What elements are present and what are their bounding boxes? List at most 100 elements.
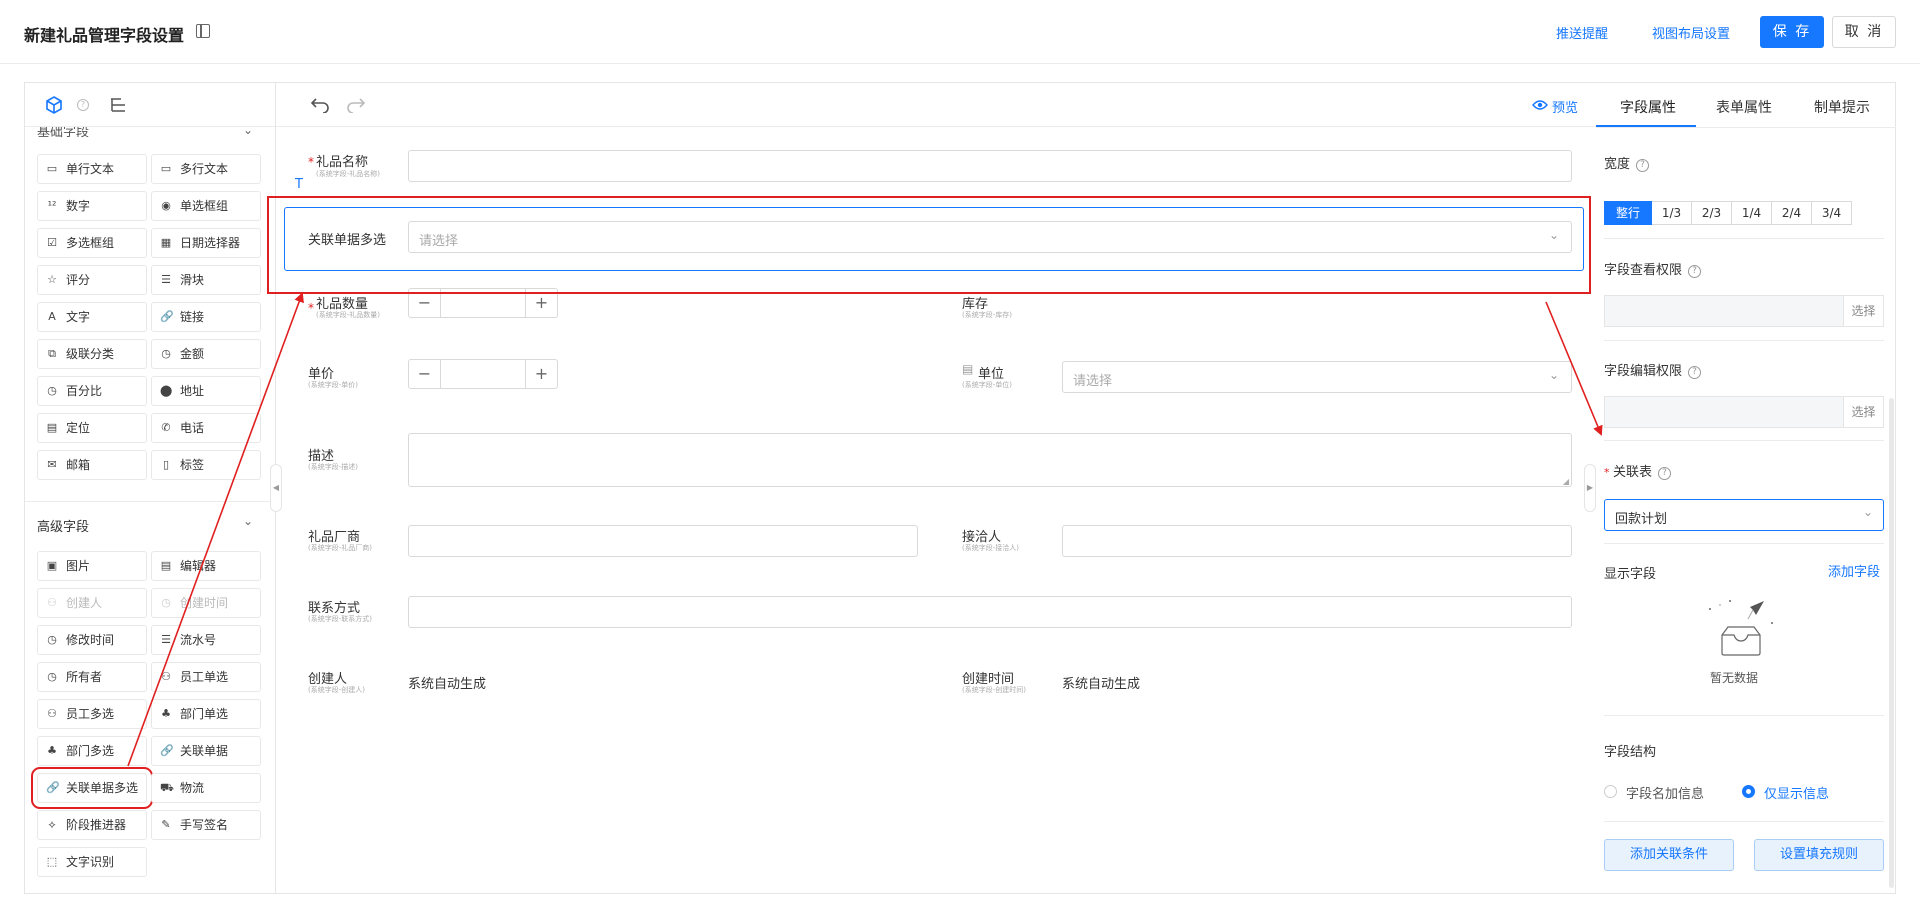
field-item-ocr[interactable]: ⬚ 文字识别 <box>37 847 147 877</box>
field-item-dept-multi[interactable]: ♣ 部门多选 <box>37 736 147 766</box>
field-item-label: 修改时间 <box>66 633 115 647</box>
field-item-date-picker[interactable]: ▦ 日期选择器 <box>151 228 261 258</box>
push-reminder-link[interactable]: 推送提醒 <box>1556 23 1608 42</box>
field-item-link[interactable]: 🔗 链接 <box>151 302 261 332</box>
contact-info-input[interactable] <box>408 596 1572 628</box>
add-field-link[interactable]: 添加字段 <box>1828 561 1880 580</box>
component-cube-icon[interactable] <box>45 96 63 114</box>
field-item-owner[interactable]: ◷ 所有者 <box>37 662 147 692</box>
desc-textarea[interactable]: ◢ <box>408 433 1572 487</box>
cancel-button[interactable]: 取 消 <box>1832 16 1896 48</box>
rel-multi-select[interactable]: 请选择 ⌄ <box>408 221 1572 253</box>
unit-select[interactable]: 请选择 ⌄ <box>1062 361 1572 393</box>
preview-link[interactable]: 预览 <box>1552 97 1578 116</box>
field-item-label: 定位 <box>66 421 91 435</box>
field-item-related-doc[interactable]: 🔗 关联单据 <box>151 736 261 766</box>
outline-tree-icon[interactable] <box>109 96 127 114</box>
vendor-input[interactable] <box>408 525 918 557</box>
field-item-checkbox-group[interactable]: ☑ 多选框组 <box>37 228 147 258</box>
field-item-label: 图片 <box>66 559 91 573</box>
fill-rule-button[interactable]: 设置填充规则 <box>1754 839 1884 871</box>
field-item-multi-line-text[interactable]: ▭ 多行文本 <box>151 154 261 184</box>
help-icon[interactable]: ? <box>1658 467 1672 480</box>
field-item-employee-single[interactable]: ⚇ 员工单选 <box>151 662 261 692</box>
field-item-phone[interactable]: ✆ 电话 <box>151 413 261 443</box>
divider <box>1604 821 1884 822</box>
tab-form-props[interactable]: 表单属性 <box>1716 97 1772 117</box>
layout-icon[interactable] <box>196 24 210 38</box>
structure-option-name-info[interactable]: 字段名加信息 <box>1626 783 1704 802</box>
field-item-creator[interactable]: ⚇ 创建人 <box>37 588 147 618</box>
save-button[interactable]: 保 存 <box>1760 16 1824 48</box>
tab-field-props[interactable]: 字段属性 <box>1620 97 1676 117</box>
field-item-label: 邮箱 <box>66 458 91 472</box>
field-item-signature[interactable]: ✎ 手写签名 <box>151 810 261 840</box>
radio-name-info[interactable] <box>1604 785 1617 798</box>
view-perm-select-button[interactable]: 选择 <box>1843 296 1883 326</box>
help-icon[interactable]: ? <box>1688 366 1702 379</box>
plus-icon[interactable]: + <box>525 289 557 317</box>
gift-name-input[interactable] <box>408 150 1572 182</box>
field-item-email[interactable]: ✉ 邮箱 <box>37 450 147 480</box>
width-option-button[interactable]: 1/3 <box>1652 201 1692 225</box>
minus-icon[interactable]: − <box>409 360 441 388</box>
field-item-text[interactable]: A 文字 <box>37 302 147 332</box>
view-layout-link[interactable]: 视图布局设置 <box>1652 23 1730 42</box>
help-icon[interactable]: ? <box>77 99 89 111</box>
contact-person-input[interactable] <box>1062 525 1572 557</box>
eye-icon[interactable] <box>1532 99 1548 111</box>
field-item-label: 日期选择器 <box>180 236 241 250</box>
minus-icon[interactable]: − <box>409 289 441 317</box>
view-perm-field[interactable]: 选择 <box>1604 295 1884 327</box>
field-item-radio-group[interactable]: ◉ 单选框组 <box>151 191 261 221</box>
field-item-logistics[interactable]: ⛟ 物流 <box>151 773 261 803</box>
add-condition-button[interactable]: 添加关联条件 <box>1604 839 1734 871</box>
undo-icon[interactable] <box>310 97 330 113</box>
gift-qty-stepper[interactable]: − + <box>408 288 558 318</box>
width-option-button[interactable]: 整行 <box>1604 201 1652 225</box>
field-item-editor[interactable]: ▤ 编辑器 <box>151 551 261 581</box>
edit-perm-field[interactable]: 选择 <box>1604 396 1884 428</box>
field-item-label: 流水号 <box>180 633 217 647</box>
tab-form-tips[interactable]: 制单提示 <box>1814 97 1870 117</box>
width-option-button[interactable]: 1/4 <box>1732 201 1772 225</box>
field-item-single-line-text[interactable]: ▭ 单行文本 <box>37 154 147 184</box>
field-item-serial-number[interactable]: ☰ 流水号 <box>151 625 261 655</box>
structure-option-info-only[interactable]: 仅显示信息 <box>1764 783 1829 802</box>
scrollbar[interactable] <box>1889 398 1894 888</box>
location-icon: ▤ <box>46 421 58 434</box>
field-item-label: 文字 <box>66 310 91 324</box>
field-item-location[interactable]: ▤ 定位 <box>37 413 147 443</box>
edit-perm-select-button[interactable]: 选择 <box>1843 397 1883 427</box>
field-item-tag[interactable]: ▯ 标签 <box>151 450 261 480</box>
width-option-button[interactable]: 3/4 <box>1812 201 1852 225</box>
field-item-address[interactable]: ⬤ 地址 <box>151 376 261 406</box>
field-item-employee-multi[interactable]: ⚇ 员工多选 <box>37 699 147 729</box>
field-item-related-doc-multi[interactable]: 🔗 关联单据多选 <box>31 767 153 809</box>
field-item-label: 单选框组 <box>180 199 229 213</box>
field-item-stage-advancer[interactable]: ⟡ 阶段推进器 <box>37 810 147 840</box>
redo-icon[interactable] <box>346 97 366 113</box>
field-item-create-time[interactable]: ◷ 创建时间 <box>151 588 261 618</box>
chevron-down-icon[interactable]: ⌄ <box>243 514 253 528</box>
help-icon[interactable]: ? <box>1636 159 1650 172</box>
field-item-label: 关联单据多选 <box>66 781 139 795</box>
field-item-rating[interactable]: ☆ 评分 <box>37 265 147 295</box>
field-item-percentage[interactable]: ◷ 百分比 <box>37 376 147 406</box>
field-item-cascader[interactable]: ⧉ 级联分类 <box>37 339 147 369</box>
plus-icon[interactable]: + <box>525 360 557 388</box>
field-item-image[interactable]: ▣ 图片 <box>37 551 147 581</box>
width-option-button[interactable]: 2/4 <box>1772 201 1812 225</box>
field-item-amount[interactable]: ◷ 金额 <box>151 339 261 369</box>
resize-handle-icon[interactable]: ◢ <box>1563 477 1569 486</box>
field-item-dept-single[interactable]: ♣ 部门单选 <box>151 699 261 729</box>
help-icon[interactable]: ? <box>1688 265 1702 278</box>
advanced-fields-group[interactable]: 高级字段 <box>37 516 89 535</box>
field-item-slider[interactable]: ☰ 滑块 <box>151 265 261 295</box>
field-item-modify-time[interactable]: ◷ 修改时间 <box>37 625 147 655</box>
radio-info-only[interactable] <box>1742 785 1755 798</box>
price-stepper[interactable]: − + <box>408 359 558 389</box>
field-item-number[interactable]: ¹² 数字 <box>37 191 147 221</box>
width-option-button[interactable]: 2/3 <box>1692 201 1732 225</box>
rel-table-select[interactable]: 回款计划 ⌄ <box>1604 499 1884 531</box>
